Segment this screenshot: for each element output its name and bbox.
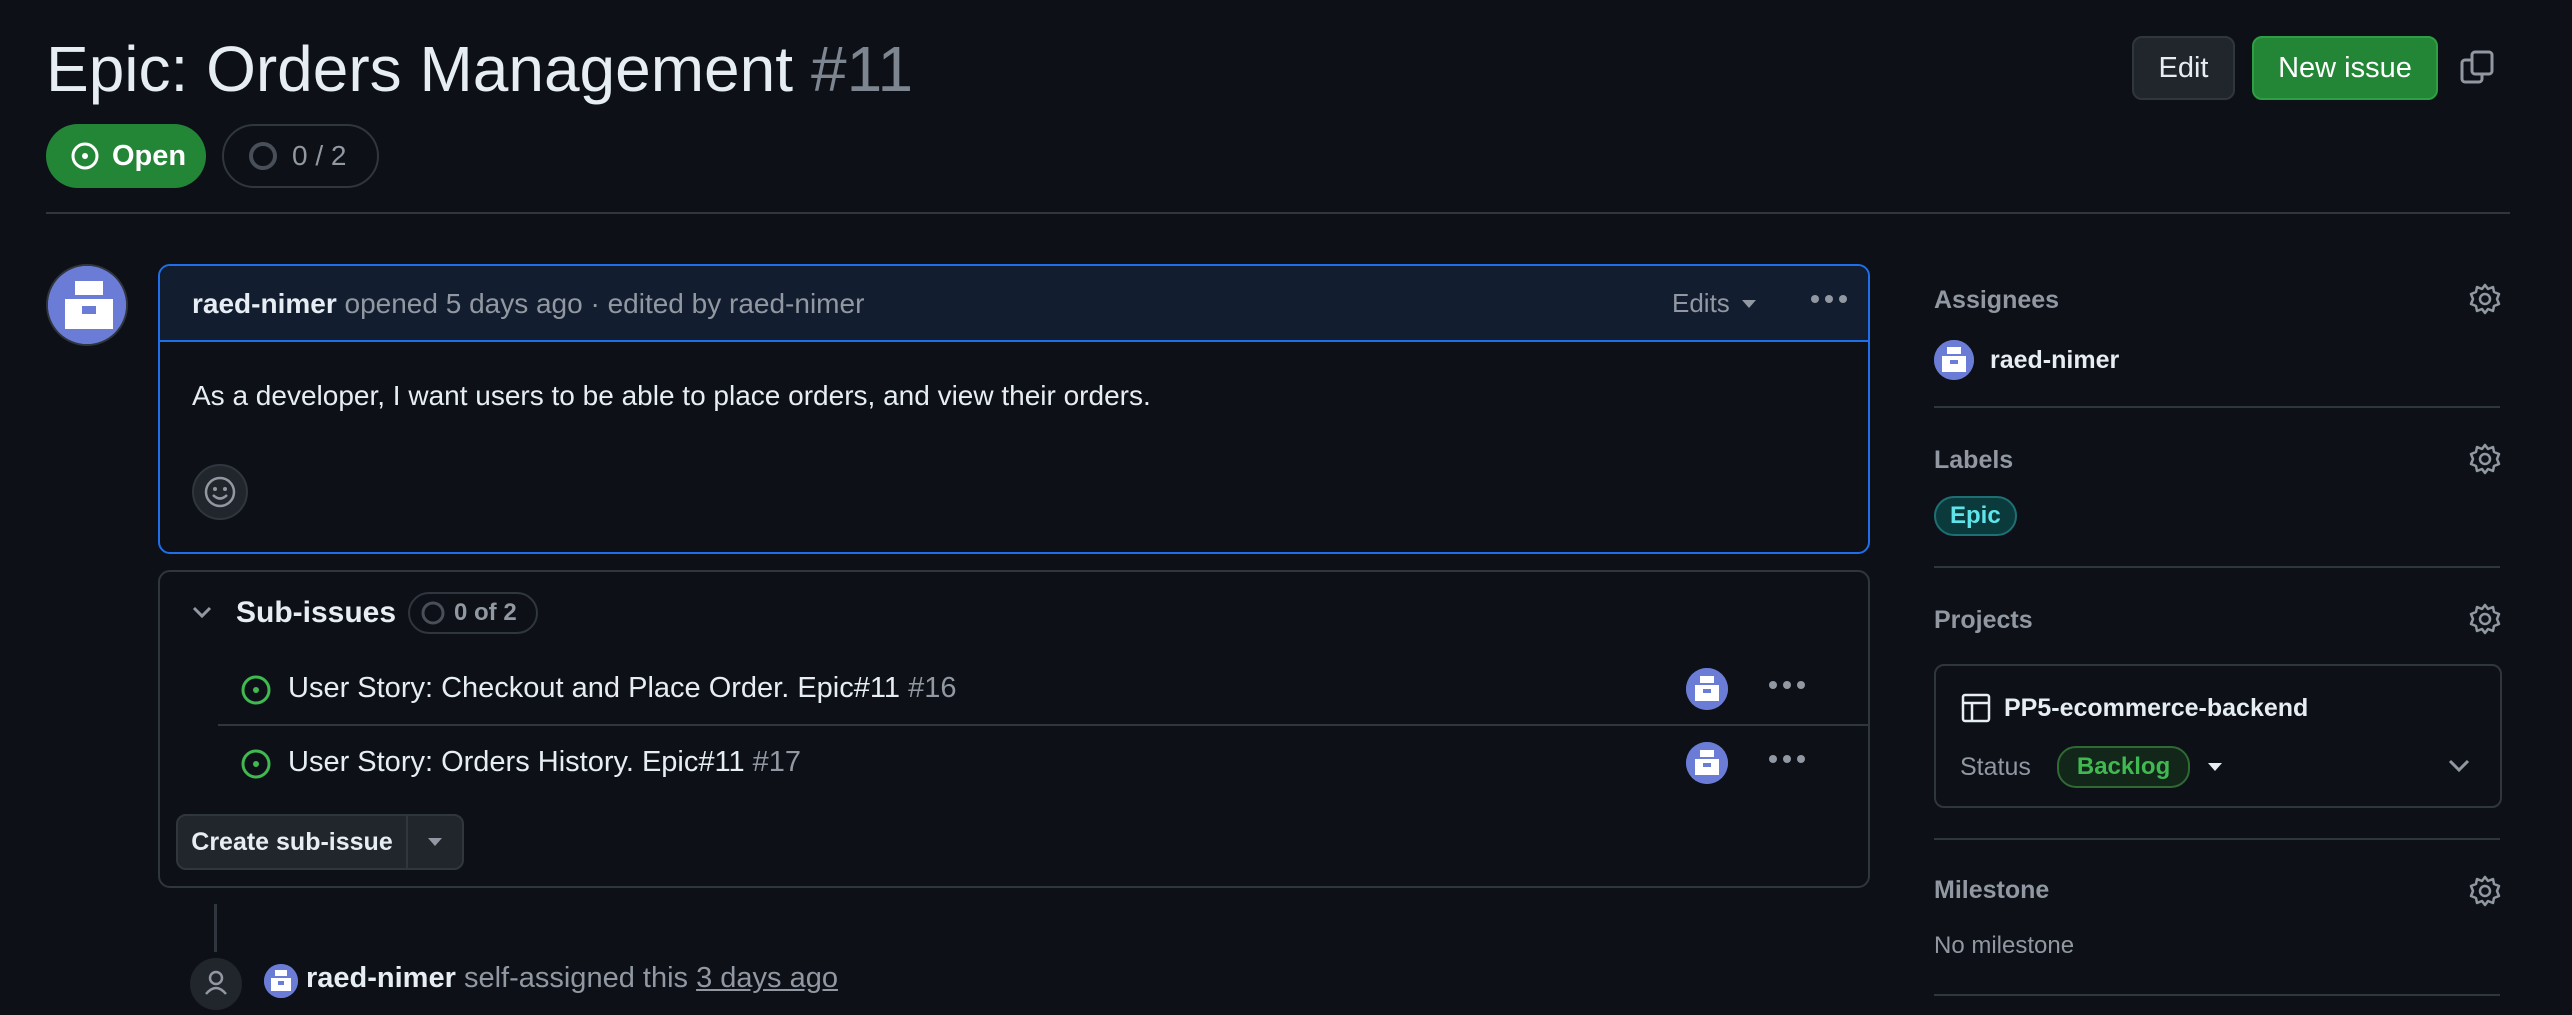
status-field-label: Status (1960, 752, 2031, 781)
create-sub-issue-button[interactable]: Create sub-issue (178, 816, 408, 868)
row-menu-icon[interactable] (1768, 752, 1806, 770)
project-status-row: Status Backlog (1960, 746, 2224, 788)
gear-icon[interactable] (2468, 874, 2502, 908)
gear-icon[interactable] (2468, 282, 2502, 316)
status-label: Open (112, 139, 187, 172)
assignees-heading[interactable]: Assignees (1934, 286, 2059, 315)
milestone-heading[interactable]: Milestone (1934, 876, 2049, 905)
header-divider (46, 212, 2510, 214)
comment-meta-text: opened 5 days ago · edited by raed-nimer (344, 288, 865, 319)
project-name: PP5-ecommerce-backend (2004, 693, 2309, 722)
table-icon (1961, 693, 1991, 723)
status-dropdown[interactable]: Backlog (2056, 746, 2224, 788)
create-sub-issue-button-group: Create sub-issue (176, 814, 464, 870)
label-badge[interactable]: Epic (1934, 496, 2017, 536)
status-value: Backlog (2056, 746, 2191, 788)
sub-issue-title[interactable]: User Story: Checkout and Place Order. Ep… (288, 672, 956, 705)
avatar[interactable] (1686, 742, 1728, 784)
smiley-icon (204, 476, 236, 508)
labels-heading[interactable]: Labels (1934, 446, 2013, 475)
sub-issues-count: 0 of 2 (408, 592, 538, 634)
assignee-item[interactable]: raed-nimer (1934, 340, 2119, 380)
add-reaction-button[interactable] (192, 464, 248, 520)
new-issue-button[interactable]: New issue (2252, 36, 2438, 100)
milestone-value: No milestone (1934, 932, 2075, 959)
progress-badge[interactable]: 0 / 2 (222, 124, 379, 188)
edits-dropdown[interactable]: Edits (1672, 288, 1758, 319)
assignee-name: raed-nimer (1990, 345, 2120, 374)
sidebar-divider (1934, 994, 2500, 996)
sidebar-divider (1934, 406, 2500, 408)
progress-text: 0 / 2 (292, 140, 347, 171)
timeline-line (214, 904, 217, 952)
timeline-actor[interactable]: raed-nimer (306, 962, 456, 994)
timeline-action: self-assigned this (463, 962, 689, 994)
issue-comment: raed-nimer opened 5 days ago · edited by… (158, 264, 1870, 554)
avatar[interactable] (264, 964, 298, 998)
list-item[interactable]: User Story: Checkout and Place Order. Ep… (218, 652, 1870, 724)
status-badge: Open (46, 124, 206, 188)
sub-issue-number: #16 (908, 672, 957, 704)
projects-heading[interactable]: Projects (1934, 606, 2033, 635)
issue-open-icon (240, 674, 272, 706)
comment-menu-icon[interactable] (1810, 292, 1848, 310)
comment-body: As a developer, I want users to be able … (192, 380, 1151, 411)
issue-open-icon (71, 142, 99, 170)
avatar (1934, 340, 1974, 380)
person-icon (188, 956, 244, 1012)
issue-number: #11 (811, 33, 914, 105)
sub-issues-count-text: 0 of 2 (454, 599, 517, 626)
comment-header: raed-nimer opened 5 days ago · edited by… (160, 266, 1868, 342)
row-menu-icon[interactable] (1768, 678, 1806, 696)
sub-issues-title[interactable]: Sub-issues (236, 596, 396, 630)
sub-issue-title[interactable]: User Story: Orders History. Epic#11 #17 (288, 746, 801, 779)
chevron-down-icon[interactable] (2446, 752, 2472, 778)
caret-down-icon (428, 838, 442, 846)
create-sub-issue-dropdown[interactable] (408, 816, 462, 868)
caret-down-icon (2208, 763, 2223, 771)
copy-icon[interactable] (2456, 46, 2500, 90)
list-item[interactable]: User Story: Orders History. Epic#11 #17 (218, 726, 1870, 798)
progress-circle-icon (421, 601, 445, 625)
edits-label: Edits (1672, 288, 1730, 318)
issue-title: Epic: Orders Management (46, 33, 793, 105)
comment-author[interactable]: raed-nimer (192, 288, 337, 319)
project-link[interactable]: PP5-ecommerce-backend (1960, 692, 2308, 724)
sidebar-divider (1934, 566, 2500, 568)
sub-issue-number: #17 (752, 746, 802, 778)
gear-icon[interactable] (2468, 602, 2502, 636)
project-card: PP5-ecommerce-backend Status Backlog (1934, 664, 2502, 808)
progress-circle-icon (249, 142, 277, 170)
issue-open-icon (240, 748, 272, 780)
chevron-down-icon[interactable] (190, 600, 214, 624)
gear-icon[interactable] (2468, 442, 2502, 476)
timeline-time[interactable]: 3 days ago (696, 962, 838, 994)
comment-meta: raed-nimer opened 5 days ago · edited by… (192, 288, 864, 320)
avatar[interactable] (1686, 668, 1728, 710)
edit-button[interactable]: Edit (2132, 36, 2235, 100)
timeline-event: raed-nimer self-assigned this 3 days ago (306, 962, 838, 995)
caret-down-icon (1741, 299, 1756, 308)
sub-issues-panel: Sub-issues 0 of 2 User Story: Checkout a… (158, 570, 1870, 888)
sidebar-divider (1934, 838, 2500, 840)
page-title: Epic: Orders Management #11 (46, 30, 913, 108)
avatar[interactable] (46, 264, 128, 346)
